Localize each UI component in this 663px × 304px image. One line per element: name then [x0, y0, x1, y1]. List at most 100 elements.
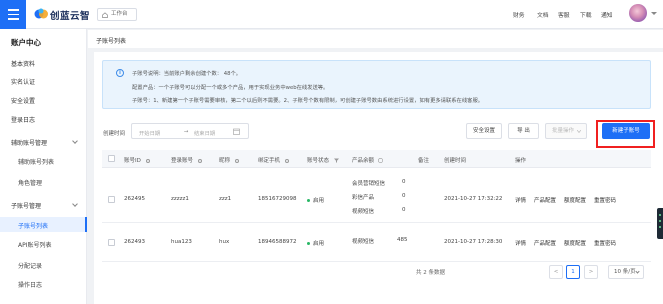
- col-login: 登录账号: [171, 156, 203, 164]
- col-account-id: 账号ID: [124, 156, 150, 164]
- batch-operation-dropdown[interactable]: 批量操作: [545, 123, 587, 139]
- balance-value: 0: [402, 193, 406, 199]
- product-config-link[interactable]: 产品配置: [534, 196, 556, 204]
- start-date-input[interactable]: 开始日期: [139, 129, 160, 137]
- page-size-select[interactable]: 10 条/页: [608, 265, 644, 279]
- quota-config-link[interactable]: 额度配置: [564, 196, 586, 204]
- cell-phone: 18516729098: [258, 196, 297, 202]
- search-icon: [285, 158, 290, 163]
- tab-home-label: 工作台: [111, 11, 128, 17]
- filter-icon[interactable]: [334, 158, 340, 163]
- col-note: 备注: [418, 158, 430, 164]
- cell-nickname: zzz1: [219, 196, 232, 202]
- row-divider: [102, 261, 651, 262]
- info-line-2: 配置产品：一个子账号可以分配一个或多个产品，用于实现业务中web在线发送等。: [132, 85, 329, 91]
- sidebar-item-profile[interactable]: 基本资料: [11, 59, 35, 68]
- details-link[interactable]: 详情: [515, 239, 526, 247]
- batch-operation-label: 批量操作: [552, 128, 575, 134]
- row-checkbox[interactable]: [108, 239, 115, 246]
- help-icon: [378, 157, 384, 164]
- balance-value: 485: [397, 237, 408, 243]
- col-nickname: 昵称: [219, 156, 240, 164]
- info-icon: i: [116, 69, 124, 77]
- end-date-input[interactable]: 结束日期: [194, 129, 215, 137]
- sidebar: 账户中心 基本资料 实名认证 安全设置 登录日志 辅助账号管理 辅助账号列表 角…: [0, 29, 87, 304]
- sidebar-item-assist-list[interactable]: 辅助账号列表: [18, 157, 54, 166]
- cell-created: 2021-10-27 17:28:30: [444, 239, 503, 245]
- status-badge: 启用: [307, 196, 324, 204]
- page-header: 子账号列表: [88, 30, 663, 48]
- sidebar-item-sub-list[interactable]: 子账号列表: [18, 221, 48, 230]
- date-separator: →: [184, 129, 189, 135]
- reset-password-link[interactable]: 重置密码: [594, 239, 616, 247]
- col-created: 创建时间: [444, 158, 467, 164]
- chevron-down-icon[interactable]: [651, 12, 657, 15]
- security-settings-button[interactable]: 安全设置: [466, 123, 502, 139]
- chevron-down-icon: [577, 130, 581, 133]
- reset-password-link[interactable]: 重置密码: [594, 196, 616, 204]
- balance-name: 视频短信: [352, 209, 375, 215]
- sidebar-item-verification[interactable]: 实名认证: [11, 77, 35, 86]
- cell-account-id: 262493: [124, 239, 145, 245]
- col-balance: 产品余额: [352, 156, 384, 164]
- nav-finance[interactable]: 财务: [513, 10, 525, 19]
- sidebar-item-allocation[interactable]: 分配记录: [18, 261, 42, 270]
- home-icon: [102, 12, 108, 18]
- col-actions: 操作: [515, 158, 527, 164]
- search-icon: [198, 158, 203, 163]
- pagination-total: 共 2 条数据: [416, 270, 445, 276]
- avatar[interactable]: [629, 4, 647, 22]
- sidebar-group-sub-accounts[interactable]: 子账号管理: [11, 201, 41, 210]
- balance-value: 0: [402, 179, 406, 185]
- details-link[interactable]: 详情: [515, 196, 526, 204]
- search-icon: [235, 158, 240, 163]
- filter-label: 创建时间: [103, 131, 126, 137]
- prev-page-button[interactable]: <: [549, 265, 563, 279]
- nav-notifications[interactable]: 通知: [601, 10, 613, 19]
- cell-phone: 18946588972: [258, 239, 297, 245]
- balance-value: 0: [402, 207, 406, 213]
- side-widget-handle[interactable]: [657, 208, 663, 239]
- row-divider: [102, 222, 651, 223]
- logo-icon: [34, 8, 48, 19]
- top-bar: 创蓝云智 工作台 财务 文档 客服 下载 通知: [0, 0, 663, 29]
- status-badge: 启用: [307, 239, 324, 247]
- menu-toggle-button[interactable]: [0, 0, 26, 29]
- sidebar-item-security[interactable]: 安全设置: [11, 96, 35, 105]
- quota-config-link[interactable]: 额度配置: [564, 239, 586, 247]
- sidebar-item-api-accounts[interactable]: API账号列表: [18, 240, 52, 249]
- cell-login: hua123: [171, 239, 192, 245]
- nav-download[interactable]: 下载: [580, 10, 592, 19]
- cell-account-id: 262495: [124, 196, 145, 202]
- nav-support[interactable]: 客服: [558, 10, 570, 19]
- sidebar-title: 账户中心: [11, 38, 41, 47]
- chevron-down-icon: [635, 269, 640, 274]
- table-header: 账号ID 登录账号 昵称 绑定手机 账号状态 产品余额 备注 创建时间 操作: [102, 150, 651, 168]
- sidebar-item-roles[interactable]: 角色管理: [18, 178, 42, 187]
- balance-name: 彩信产品: [352, 195, 375, 201]
- page-1-button[interactable]: 1: [566, 265, 580, 279]
- chevron-down-icon: [72, 201, 78, 207]
- date-range-picker[interactable]: 开始日期 → 结束日期: [131, 123, 249, 139]
- row-checkbox[interactable]: [108, 196, 115, 203]
- page-title: 子账号列表: [96, 38, 127, 45]
- cell-nickname: hux: [219, 239, 230, 245]
- product-config-link[interactable]: 产品配置: [534, 239, 556, 247]
- col-status: 账号状态: [307, 156, 340, 164]
- highlight-box: [596, 120, 655, 148]
- nav-docs[interactable]: 文档: [537, 10, 549, 19]
- next-page-button[interactable]: >: [584, 265, 598, 279]
- brand-name: 创蓝云智: [50, 11, 91, 22]
- select-all-checkbox[interactable]: [108, 155, 115, 162]
- chevron-down-icon: [72, 138, 78, 144]
- sidebar-item-op-log[interactable]: 操作日志: [18, 280, 42, 289]
- balance-name: 会员营销短信: [352, 181, 386, 187]
- info-line-3: 子账号：1、新建第一个子账号需要审核，第二个以后则不需要。2、子账号个数有限制，…: [132, 98, 484, 104]
- sidebar-item-login-log[interactable]: 登录日志: [11, 115, 35, 124]
- tab-home[interactable]: 工作台: [97, 8, 137, 21]
- sidebar-group-assist[interactable]: 辅助账号管理: [11, 138, 47, 147]
- info-line-1: 子账号说明：当前账户剩余创建个数： 48个。: [132, 71, 242, 77]
- cell-created: 2021-10-27 17:32:22: [444, 196, 503, 202]
- export-button[interactable]: 导 出: [508, 123, 539, 139]
- info-alert: i 子账号说明：当前账户剩余创建个数： 48个。 配置产品：一个子账号可以分配一…: [102, 60, 651, 109]
